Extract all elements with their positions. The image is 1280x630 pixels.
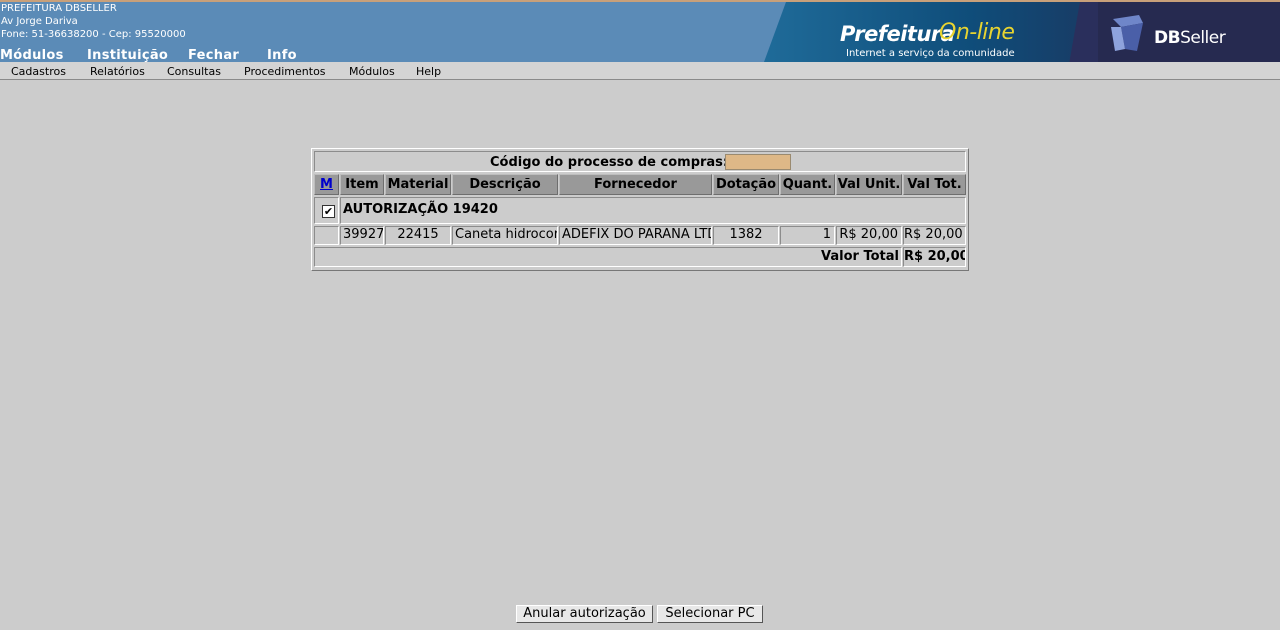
menu-cadastros[interactable]: Cadastros — [11, 65, 66, 78]
menu-modulos[interactable]: Módulos — [349, 65, 395, 78]
cell-val-tot: R$ 20,00 — [903, 226, 966, 245]
menu-relatorios[interactable]: Relatórios — [90, 65, 145, 78]
total-value: R$ 20,00 — [903, 247, 966, 267]
column-header-val-tot: Val Tot. — [903, 174, 966, 195]
column-header-fornecedor: Fornecedor — [559, 174, 712, 195]
cell-item: 39927 — [340, 226, 384, 245]
cell-fornecedor: ADEFIX DO PARANA LTDA — [559, 226, 712, 245]
cell-dotacao: 1382 — [713, 226, 779, 245]
menu-help[interactable]: Help — [416, 65, 441, 78]
column-header-m[interactable]: M — [314, 174, 339, 195]
banner-diagonal — [764, 2, 786, 62]
total-label: Valor Total — [314, 247, 902, 267]
cell-val-unit: R$ 20,00 — [836, 226, 902, 245]
authorization-checkbox[interactable]: ✔ — [322, 205, 335, 218]
menu-procedimentos[interactable]: Procedimentos — [244, 65, 326, 78]
brand-tagline: Internet a serviço da comunidade — [846, 48, 1015, 59]
brand-name: Prefeitura — [840, 22, 955, 46]
column-header-material: Material — [385, 174, 451, 195]
dbseller-logo-rest: Seller — [1180, 28, 1226, 48]
code-row: Código do processo de compras: — [314, 151, 966, 172]
top-menu-info[interactable]: Info — [267, 48, 297, 63]
top-menu-instituicao[interactable]: Instituição — [87, 48, 168, 63]
dbseller-logo-text: DBSeller — [1154, 28, 1226, 48]
prefeitura-online-banner: Prefeitura On-line Internet a serviço da… — [764, 2, 1280, 62]
select-pc-button[interactable]: Selecionar PC — [657, 605, 763, 623]
menu-bar: Cadastros Relatórios Consultas Procedime… — [0, 62, 1280, 80]
brand-name-accent: On-line — [939, 20, 1015, 45]
menu-consultas[interactable]: Consultas — [167, 65, 221, 78]
cancel-authorization-button[interactable]: Anular autorização — [516, 605, 653, 623]
column-header-quant: Quant. — [780, 174, 835, 195]
column-header-item: Item — [340, 174, 384, 195]
dbseller-logo-bold: DB — [1154, 28, 1181, 48]
top-menu-modulos[interactable]: Módulos — [0, 48, 64, 63]
banner-diagonal-2 — [1056, 2, 1098, 62]
column-header-dotacao: Dotação — [713, 174, 779, 195]
code-label: Código do processo de compras: — [490, 155, 729, 170]
dbseller-logo-icon — [1111, 15, 1143, 51]
mark-all-link[interactable]: M — [320, 177, 333, 192]
cell-descricao: Caneta hidrocor — [452, 226, 558, 245]
column-header-val-unit: Val Unit. — [836, 174, 902, 195]
cell-material: 22415 — [385, 226, 451, 245]
org-address: Av Jorge Dariva — [1, 16, 78, 27]
org-phone: Fone: 51-36638200 - Cep: 95520000 — [1, 29, 186, 40]
authorization-label: AUTORIZAÇÃO 19420 — [340, 197, 966, 224]
org-name: PREFEITURA DBSELLER — [1, 3, 117, 14]
authorization-check-cell: ✔ — [314, 197, 339, 224]
column-header-descricao: Descrição — [452, 174, 558, 195]
row-mark-cell — [314, 226, 339, 245]
authorization-form: Código do processo de compras: M Item Ma… — [311, 148, 969, 271]
purchase-process-code-input[interactable] — [725, 154, 791, 170]
cell-quant: 1 — [780, 226, 835, 245]
top-menu-fechar[interactable]: Fechar — [188, 48, 239, 63]
